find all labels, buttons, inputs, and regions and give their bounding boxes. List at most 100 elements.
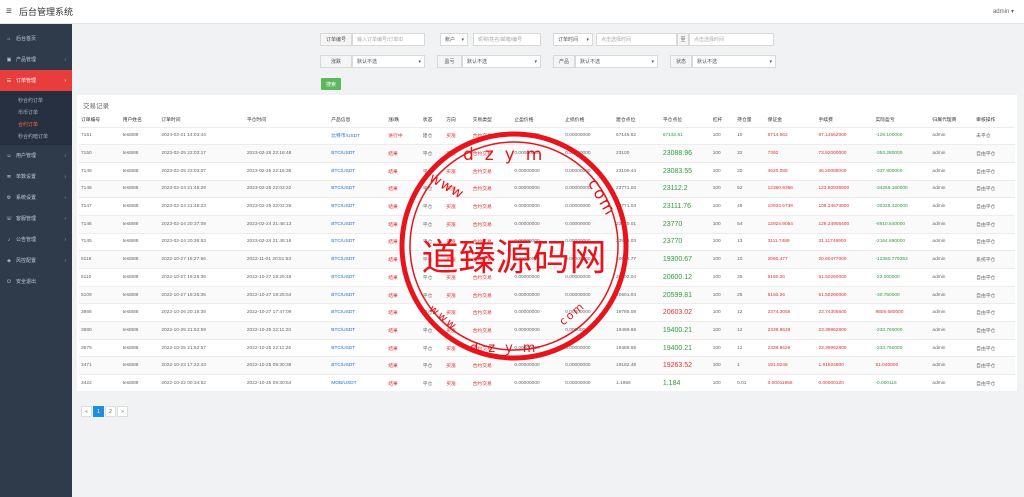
table-cell[interactable]: BTC/USDT	[329, 338, 387, 357]
profit-select[interactable]: 默认不选 ▾	[462, 55, 541, 68]
sidebar-item-4[interactable]: ≣ 单数设置 ›	[0, 166, 72, 187]
table-cell: 买涨	[444, 126, 471, 145]
table-cell: -8910.540000	[873, 214, 931, 234]
sidebar-item-7[interactable]: ♪ 公告管理 ›	[0, 229, 72, 250]
column-header: 审核操作	[976, 117, 996, 123]
table-cell[interactable]: 自由平仓	[974, 338, 1015, 357]
end-time-input[interactable]: 点击选择时间	[689, 33, 774, 46]
table-cell[interactable]: BTC/USDT	[329, 356, 387, 375]
table-cell: 7148	[79, 179, 121, 198]
table-cell[interactable]: 未平仓	[974, 126, 1015, 145]
table-cell: -30326.420000	[873, 197, 931, 216]
pagination-page-2[interactable]: 2	[105, 406, 116, 417]
sidebar-subitem-2[interactable]: 合约订单	[0, 118, 72, 130]
table-cell[interactable]: BTC/USDT	[329, 144, 387, 163]
table-cell: 买涨	[444, 232, 471, 251]
table-cell: 平仓	[420, 197, 445, 216]
status-label: 状态	[670, 55, 692, 68]
admin-user-menu[interactable]: admin ▾	[993, 8, 1014, 15]
table-cell: 2022-10-25 09:30:38	[244, 356, 330, 375]
table-cell: 买涨	[444, 250, 471, 269]
table-cell[interactable]: 系统平仓	[974, 250, 1015, 269]
table-cell: 2023-02-25 22:02:22	[244, 179, 330, 198]
table-cell: 46	[735, 197, 766, 216]
sidebar-item-5[interactable]: ⚙ 系统设置 ›	[0, 187, 72, 208]
sidebar-item-8[interactable]: ◈ 风控配置 ›	[0, 250, 72, 271]
table-cell[interactable]: BTC/USDT	[329, 197, 387, 216]
to-label: 至	[677, 33, 689, 46]
table-cell: test888	[120, 214, 160, 234]
sidebar-item-6[interactable]: ☏ 客服管理 ›	[0, 208, 72, 229]
menu-toggle-icon[interactable]: ≡	[6, 7, 12, 17]
table-cell[interactable]: 自由平仓	[974, 303, 1015, 322]
table-cell: 2024-03-21 14:03:44	[159, 126, 245, 145]
column-header: 用户姓名	[122, 117, 142, 123]
table-cell[interactable]: 自由平仓	[974, 321, 1015, 340]
order-icon: ☰	[6, 77, 12, 84]
table-cell[interactable]: 自由平仓	[974, 356, 1015, 375]
user-type-select[interactable]: 账户 ▾	[440, 33, 468, 46]
table-cell[interactable]: BTC/USDT	[329, 285, 387, 304]
time-type-select-value: 订单时间	[558, 37, 579, 43]
table-cell: 买涨	[444, 285, 471, 304]
table-cell[interactable]: 自由平仓	[974, 232, 1015, 251]
table-cell: -233.760000	[873, 321, 931, 340]
table-cell: 0.00000000	[512, 250, 564, 269]
table-cell[interactable]: 自由平仓	[974, 268, 1015, 287]
time-type-select[interactable]: 订单时间 ▾	[553, 33, 593, 46]
table-cell: 2022-10-27 19:25:35	[159, 285, 245, 304]
table-cell[interactable]: 自由平仓	[974, 197, 1015, 216]
direction-select[interactable]: 默认不选 ▾	[352, 55, 425, 68]
column-header: 涨/跌	[388, 117, 400, 123]
table-cell[interactable]: BTC/USDT	[329, 268, 387, 287]
user-search-input[interactable]: 昵称/姓名/邮箱/编号	[473, 33, 541, 46]
table-cell: 2022-10-27 19:25:48	[244, 268, 330, 287]
direction-label: 涨跌	[320, 55, 352, 68]
table-cell: 19489.69	[614, 321, 661, 340]
table-cell: 0.00000000	[512, 161, 564, 181]
table-cell[interactable]: MOB/USDT	[329, 374, 387, 393]
pagination-prev-button[interactable]: «	[81, 406, 92, 417]
table-cell[interactable]: 自由平仓	[974, 214, 1015, 234]
table-cell[interactable]: 比特币/USDT	[329, 126, 387, 145]
pagination-page-1[interactable]: 1	[93, 406, 104, 417]
admin-username: admin	[992, 9, 1010, 15]
table-cell[interactable]: 自由平仓	[974, 144, 1015, 163]
table-cell[interactable]: BTC/USDT	[329, 232, 387, 251]
table-cell[interactable]: BTC/USDT	[329, 161, 387, 181]
table-cell[interactable]: 自由平仓	[974, 374, 1015, 393]
sidebar-subitem-0[interactable]: 秒合约订单	[0, 94, 72, 106]
table-cell: 100	[710, 197, 736, 216]
table-cell[interactable]: BTC/USDT	[329, 321, 387, 340]
table-cell: admin	[930, 179, 975, 198]
product-select[interactable]: 默认不选 ▾	[575, 55, 658, 68]
table-cell: 10934.6738	[765, 197, 817, 216]
order-no-input[interactable]: 输入订单编号/订单ID	[352, 33, 425, 46]
sidebar-subitem-3[interactable]: 秒合约暗订单	[0, 130, 72, 142]
table-cell: 23111.76	[660, 197, 711, 216]
table-cell[interactable]: BTC/USDT	[329, 250, 387, 269]
sidebar-item-1[interactable]: ▣ 产品管理 ›	[0, 49, 72, 70]
table-cell[interactable]: BTC/USDT	[329, 179, 387, 198]
start-time-input[interactable]: 点击选择时间	[596, 33, 677, 46]
column-header: 保证金	[767, 117, 783, 123]
table-cell[interactable]: BTC/USDT	[329, 214, 387, 234]
table-cell[interactable]: 自由平仓	[974, 179, 1015, 198]
table-cell: -23.000000	[873, 268, 931, 287]
sidebar-item-9[interactable]: ⏻ 安全退出	[0, 271, 72, 292]
status-select[interactable]: 默认不选 ▾	[692, 55, 776, 68]
sidebar-item-2[interactable]: ☰ 订单管理 ›	[0, 70, 72, 91]
table-cell[interactable]: 自由平仓	[974, 285, 1015, 304]
table-cell[interactable]: 自由平仓	[974, 161, 1015, 181]
sidebar-item-0[interactable]: ⌂ 后台首页	[0, 28, 72, 49]
table-cell: test888	[120, 338, 160, 357]
search-button[interactable]: 搜索	[321, 78, 341, 90]
table-cell[interactable]: BTC/USDT	[329, 303, 387, 322]
caret-down-icon: ▾	[461, 36, 464, 43]
table-cell: 合约交易	[470, 250, 513, 269]
status-select-value: 默认不选	[697, 59, 718, 65]
pagination-next-button[interactable]: »	[117, 406, 128, 417]
column-header: 状态	[422, 117, 433, 123]
sidebar-subitem-1[interactable]: 币币订单	[0, 106, 72, 118]
sidebar-item-3[interactable]: ☺ 用户管理 ›	[0, 145, 72, 166]
